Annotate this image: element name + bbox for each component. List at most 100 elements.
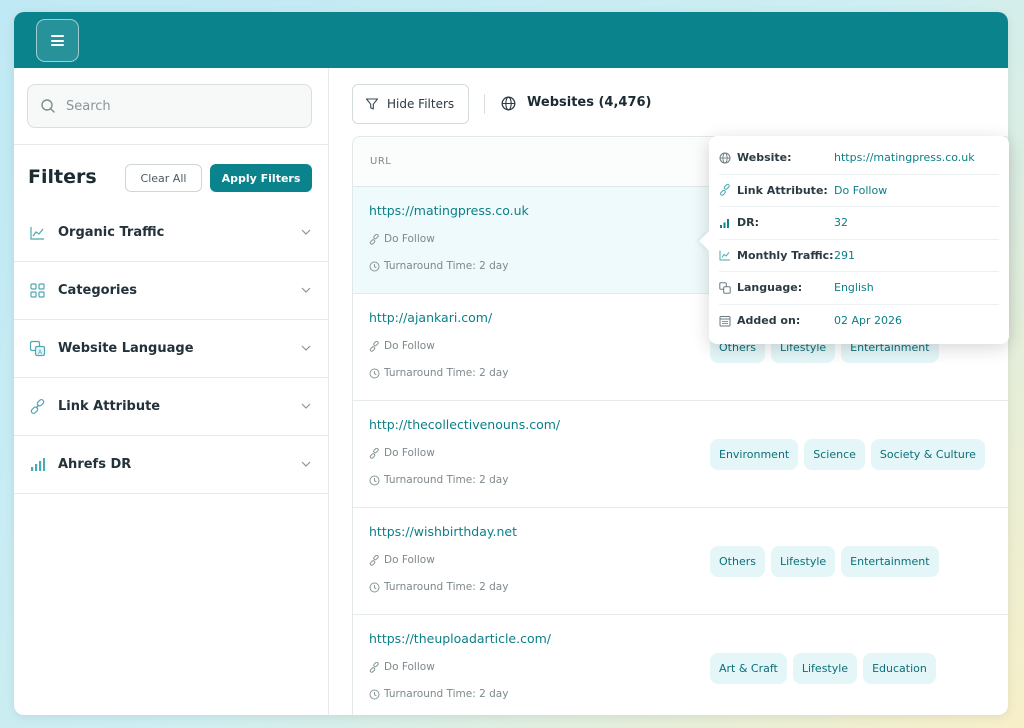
- link-text: Do Follow: [384, 554, 435, 566]
- turnaround-text: Turnaround Time: 2 day: [384, 260, 509, 272]
- clock-icon: [369, 368, 380, 378]
- apply-filters-button[interactable]: Apply Filters: [210, 164, 312, 192]
- row-url-link[interactable]: http://thecollectivenouns.com/: [369, 417, 560, 432]
- search-box[interactable]: [27, 84, 312, 128]
- link-icon: [29, 398, 46, 415]
- translate-icon: A: [29, 340, 46, 357]
- tooltip-row-monthly-traffic: Monthly Traffic: 291: [719, 240, 999, 272]
- tooltip-label: Language:: [737, 281, 803, 295]
- tooltip-value: Do Follow: [834, 183, 888, 197]
- turnaround-text: Turnaround Time: 2 day: [384, 367, 509, 379]
- filters-title: Filters: [28, 166, 97, 188]
- table-row[interactable]: https://wishbirthday.net Do Follow Turna…: [353, 508, 1008, 615]
- category-tags: Others Lifestyle Entertainment: [710, 546, 939, 577]
- website-details-tooltip: Website: https://matingpress.co.uk Link …: [699, 136, 1009, 344]
- tooltip-value: 291: [834, 248, 855, 262]
- category-tag[interactable]: Lifestyle: [792, 653, 858, 684]
- category-tag[interactable]: Art & Craft: [710, 653, 787, 684]
- line-chart-icon: [29, 224, 46, 241]
- tooltip-label: Link Attribute:: [737, 183, 828, 197]
- filter-ahrefs-dr[interactable]: Ahrefs DR: [14, 436, 328, 494]
- tooltip-row-link-attribute: Link Attribute: Do Follow: [719, 175, 999, 207]
- link-icon: [369, 554, 379, 566]
- tooltip-label: Added on:: [737, 314, 801, 328]
- row-url-link[interactable]: https://theuploadarticle.com/: [369, 631, 551, 646]
- menu-button[interactable]: [36, 19, 79, 62]
- grid-icon: [29, 282, 46, 299]
- filter-label: Ahrefs DR: [58, 457, 132, 472]
- tooltip-row-website: Website: https://matingpress.co.uk: [719, 142, 999, 175]
- category-tag[interactable]: Others: [710, 546, 765, 577]
- filter-website-language[interactable]: A Website Language: [14, 320, 328, 378]
- bar-chart-icon: [720, 218, 729, 228]
- chevron-down-icon: [301, 345, 311, 351]
- tooltip-label: Website:: [737, 151, 792, 165]
- tooltip-value[interactable]: https://matingpress.co.uk: [834, 151, 975, 164]
- translate-icon: [719, 282, 731, 294]
- row-turnaround: Turnaround Time: 2 day: [369, 688, 508, 700]
- category-tag[interactable]: Society & Culture: [870, 439, 985, 470]
- hamburger-icon: [51, 35, 64, 46]
- link-text: Do Follow: [384, 233, 435, 245]
- category-tags: Environment Science Society & Culture: [710, 439, 985, 470]
- divider: [14, 144, 328, 145]
- row-url-link[interactable]: https://matingpress.co.uk: [369, 203, 529, 218]
- filter-icon: [365, 98, 379, 110]
- turnaround-text: Turnaround Time: 2 day: [384, 688, 509, 700]
- calendar-icon: [719, 315, 731, 327]
- filter-categories[interactable]: Categories: [14, 262, 328, 320]
- table-row[interactable]: https://theuploadarticle.com/ Do Follow …: [353, 615, 1008, 715]
- search-input[interactable]: [66, 98, 286, 114]
- divider: [484, 94, 485, 114]
- link-text: Do Follow: [384, 340, 435, 352]
- tooltip-label: Monthly Traffic:: [737, 248, 834, 262]
- filter-label: Link Attribute: [58, 399, 161, 414]
- clock-icon: [369, 475, 380, 485]
- filter-organic-traffic[interactable]: Organic Traffic: [14, 204, 328, 262]
- link-text: Do Follow: [384, 447, 435, 459]
- clear-all-button[interactable]: Clear All: [125, 164, 202, 192]
- category-tag[interactable]: Environment: [710, 439, 799, 470]
- globe-icon: [501, 96, 516, 111]
- category-tag[interactable]: Entertainment: [841, 546, 939, 577]
- hide-filters-button[interactable]: Hide Filters: [352, 84, 469, 124]
- clock-icon: [369, 261, 380, 271]
- row-turnaround: Turnaround Time: 2 day: [369, 367, 508, 379]
- filter-label: Categories: [58, 283, 138, 298]
- category-tag[interactable]: Education: [863, 653, 936, 684]
- filter-label: Organic Traffic: [58, 225, 165, 240]
- row-link-attribute: Do Follow: [369, 340, 435, 352]
- app-window: Filters Clear All Apply Filters Organic …: [14, 12, 1008, 715]
- tooltip-value: English: [834, 281, 874, 295]
- link-icon: [720, 184, 730, 196]
- category-tags: Art & Craft Lifestyle Education: [710, 653, 936, 684]
- link-icon: [369, 340, 379, 352]
- category-tag[interactable]: Science: [804, 439, 865, 470]
- category-tag[interactable]: Lifestyle: [770, 546, 836, 577]
- search-icon: [41, 99, 55, 113]
- chevron-down-icon: [301, 461, 311, 467]
- chevron-down-icon: [301, 229, 311, 235]
- row-turnaround: Turnaround Time: 2 day: [369, 260, 508, 272]
- line-chart-icon: [719, 250, 730, 261]
- link-text: Do Follow: [384, 661, 435, 673]
- row-url-link[interactable]: https://wishbirthday.net: [369, 524, 517, 539]
- tooltip-label: DR:: [737, 216, 759, 230]
- chevron-down-icon: [301, 403, 311, 409]
- row-turnaround: Turnaround Time: 2 day: [369, 581, 508, 593]
- clock-icon: [369, 582, 380, 592]
- turnaround-text: Turnaround Time: 2 day: [384, 581, 509, 593]
- websites-count: Websites (4,476): [527, 95, 652, 110]
- tooltip-row-dr: DR: 32: [719, 207, 999, 240]
- row-link-attribute: Do Follow: [369, 447, 435, 459]
- filter-link-attribute[interactable]: Link Attribute: [14, 378, 328, 436]
- link-icon: [369, 447, 379, 459]
- filter-label: Website Language: [58, 341, 194, 356]
- globe-icon: [719, 152, 731, 164]
- row-url-link[interactable]: http://ajankari.com/: [369, 310, 492, 325]
- tooltip-value: 02 Apr 2026: [834, 314, 903, 328]
- tooltip-row-added-on: Added on: 02 Apr 2026: [719, 305, 999, 338]
- row-link-attribute: Do Follow: [369, 233, 435, 245]
- table-row[interactable]: http://thecollectivenouns.com/ Do Follow…: [353, 401, 1008, 508]
- link-icon: [369, 661, 379, 673]
